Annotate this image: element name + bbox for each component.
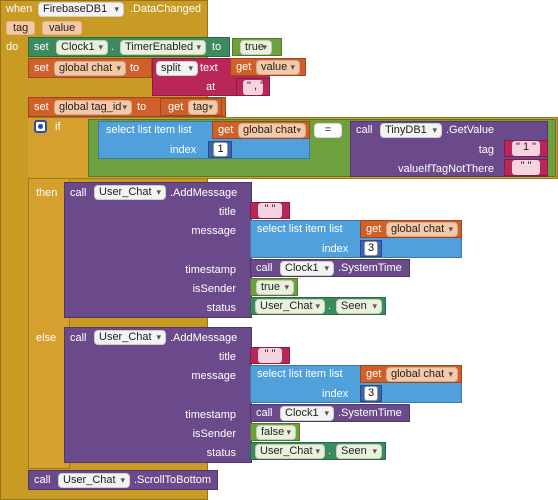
false-dropdown-else[interactable]: false bbox=[256, 425, 296, 440]
to-keyword-3: to bbox=[137, 101, 147, 113]
seen-property-dropdown-then[interactable]: Seen bbox=[336, 299, 382, 314]
event-component-dropdown[interactable]: FirebaseDB1 bbox=[38, 2, 124, 17]
number-value-if[interactable]: 1 bbox=[213, 142, 228, 157]
title-text-value-then[interactable]: " " bbox=[258, 203, 282, 218]
title-text-value-else[interactable]: " " bbox=[258, 348, 282, 363]
dot-separator-else: . bbox=[328, 445, 332, 457]
systemtime-method-else: .SystemTime bbox=[338, 407, 402, 419]
user-chat-dropdown-final[interactable]: User_Chat bbox=[58, 473, 130, 488]
text-keyword: text bbox=[200, 62, 218, 74]
get-keyword-2: get bbox=[168, 101, 184, 113]
event-when-label: when bbox=[6, 3, 33, 15]
param-status-else: status bbox=[206, 447, 236, 459]
global-chat-dropdown[interactable]: global chat bbox=[54, 61, 126, 76]
add-message-method-then: .AddMessage bbox=[170, 187, 238, 199]
call-keyword-final: call bbox=[34, 474, 51, 486]
number-value-else[interactable]: 3 bbox=[364, 386, 378, 401]
value-if-not-there-label: valueIfTagNotThere bbox=[398, 163, 494, 175]
set-keyword-3: set bbox=[34, 101, 49, 113]
param-value[interactable]: value bbox=[42, 21, 83, 35]
set-keyword: set bbox=[34, 41, 49, 53]
param-timestamp-then: timestamp bbox=[185, 264, 236, 276]
param-message-then: message bbox=[191, 225, 236, 237]
tag-text-value[interactable]: " 1 " bbox=[512, 141, 540, 156]
call-keyword-else: call bbox=[70, 332, 87, 344]
user-chat-seen-component-then[interactable]: User_Chat bbox=[255, 299, 325, 314]
empty-text-value-tinydb[interactable]: " " bbox=[512, 160, 540, 175]
else-keyword: else bbox=[36, 332, 57, 344]
add-message-method-else: .AddMessage bbox=[170, 332, 238, 344]
if-keyword: if bbox=[55, 121, 61, 133]
user-chat-dropdown-then[interactable]: User_Chat bbox=[94, 185, 166, 200]
event-do-label: do bbox=[6, 41, 19, 53]
to-keyword-2: to bbox=[130, 62, 140, 74]
get-tag-dropdown[interactable]: tag bbox=[188, 100, 218, 115]
add-message-block-else[interactable] bbox=[64, 327, 252, 463]
number-value-then[interactable]: 3 bbox=[364, 241, 378, 256]
to-keyword: to bbox=[212, 41, 222, 53]
param-tag[interactable]: tag bbox=[6, 21, 36, 35]
select-list-item-label-if: select list item list bbox=[106, 124, 192, 136]
select-list-item-label-then: select list item list bbox=[257, 223, 343, 235]
tinydb-method-label: .GetValue bbox=[446, 124, 495, 136]
dot-separator-then: . bbox=[328, 300, 332, 312]
comma-text-value[interactable]: " , " bbox=[243, 80, 264, 95]
split-dropdown[interactable]: split bbox=[156, 61, 198, 76]
param-timestamp-else: timestamp bbox=[185, 409, 236, 421]
get-keyword-then: get bbox=[366, 223, 382, 235]
mutator-gear-icon[interactable] bbox=[34, 120, 47, 133]
user-chat-seen-component-else[interactable]: User_Chat bbox=[255, 444, 325, 459]
get-global-chat-dropdown-else[interactable]: global chat bbox=[386, 367, 458, 382]
get-keyword: get bbox=[236, 61, 252, 73]
then-keyword: then bbox=[36, 187, 58, 199]
global-tag-id-dropdown[interactable]: global tag_id bbox=[54, 100, 132, 115]
get-global-chat-dropdown-then[interactable]: global chat bbox=[386, 222, 458, 237]
param-title-else: title bbox=[218, 351, 236, 363]
index-label-if: index bbox=[170, 144, 197, 156]
call-keyword-clock-else: call bbox=[256, 407, 273, 419]
get-keyword-else: get bbox=[366, 368, 382, 380]
param-message-else: message bbox=[191, 370, 236, 382]
call-keyword-if: call bbox=[356, 124, 373, 136]
true-value-dropdown[interactable]: true bbox=[240, 40, 272, 55]
set-component-dropdown[interactable]: Clock1 bbox=[56, 40, 108, 55]
event-name-label: .DataChanged bbox=[130, 3, 201, 15]
index-label-else: index bbox=[322, 388, 349, 400]
true-dropdown-then[interactable]: true bbox=[256, 280, 294, 295]
call-keyword-then: call bbox=[70, 187, 87, 199]
param-issender-then: isSender bbox=[192, 283, 236, 295]
tinydb-component-dropdown[interactable]: TinyDB1 bbox=[380, 123, 442, 138]
select-list-item-label-else: select list item list bbox=[257, 368, 343, 380]
user-chat-dropdown-else[interactable]: User_Chat bbox=[94, 330, 166, 345]
call-keyword-clock-then: call bbox=[256, 262, 273, 274]
get-keyword-if: get bbox=[218, 124, 234, 136]
param-status-then: status bbox=[206, 302, 236, 314]
index-label-then: index bbox=[322, 243, 349, 255]
param-issender-else: isSender bbox=[192, 428, 236, 440]
get-value-dropdown[interactable]: value bbox=[256, 60, 300, 75]
get-global-chat-dropdown-if[interactable]: global chat bbox=[238, 123, 306, 138]
add-message-block-then[interactable] bbox=[64, 182, 252, 318]
tinydb-tag-label: tag bbox=[478, 144, 494, 156]
equals-operator-dropdown[interactable]: = bbox=[314, 123, 342, 138]
set-property-dropdown[interactable]: TimerEnabled bbox=[120, 40, 206, 55]
param-title-then: title bbox=[218, 206, 236, 218]
dot-separator: . bbox=[111, 41, 115, 53]
seen-property-dropdown-else[interactable]: Seen bbox=[336, 444, 382, 459]
set-keyword-2: set bbox=[34, 62, 49, 74]
scroll-to-bottom-method: .ScrollToBottom bbox=[134, 474, 212, 486]
clock-dropdown-then[interactable]: Clock1 bbox=[280, 261, 334, 276]
at-keyword: at bbox=[206, 81, 216, 93]
clock-dropdown-else[interactable]: Clock1 bbox=[280, 406, 334, 421]
systemtime-method-then: .SystemTime bbox=[338, 262, 402, 274]
